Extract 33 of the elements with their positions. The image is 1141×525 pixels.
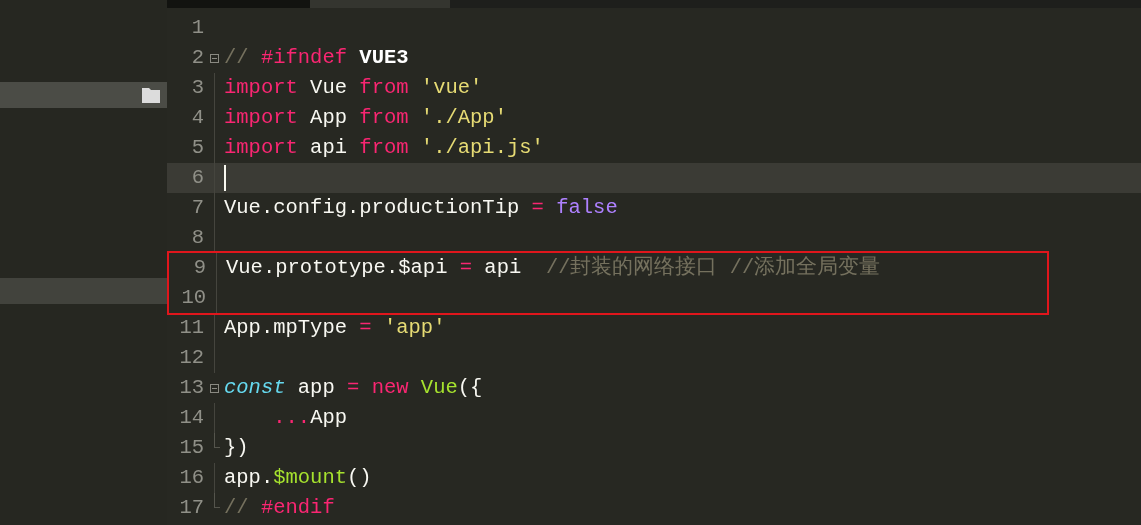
fold-icon[interactable] [209,383,219,393]
code-line: Vue.prototype.$api = api //封装的网络接口 //添加全局变量 [226,254,881,281]
line-number: 15 [178,434,204,461]
code-line: }) [224,434,249,461]
code-line: const app = new Vue({ [224,374,483,401]
line-number: 6 [190,164,204,191]
code-line: Vue.config.productionTip = false [224,194,618,221]
line-number: 4 [190,104,204,131]
line-number: 5 [190,134,204,161]
line-number: 2 [190,44,204,71]
line-number: 17 [178,494,204,521]
line-number: 14 [178,404,204,431]
line-number: 16 [178,464,204,491]
code-line: // #ifndef VUE3 [224,44,409,71]
code-line: import Vue from 'vue' [224,74,483,101]
code-line: // #endif [224,494,335,521]
fold-icon[interactable] [209,53,219,63]
line-number: 13 [178,374,204,401]
line-number: 11 [178,314,204,341]
folder-icon [142,87,160,103]
code-line: ...App [272,404,348,431]
line-number: 12 [178,344,204,371]
line-number: 8 [190,224,204,251]
code-line: app.$mount() [224,464,372,491]
code-line: import App from './App' [224,104,507,131]
code-line: import api from './api.js' [224,134,544,161]
sidebar-row[interactable] [0,82,167,108]
line-number: 10 [180,284,206,311]
line-number: 1 [190,14,204,41]
code-line: App.mpType = 'app' [224,314,446,341]
line-number: 3 [190,74,204,101]
line-number: 9 [192,254,206,281]
line-number: 7 [190,194,204,221]
